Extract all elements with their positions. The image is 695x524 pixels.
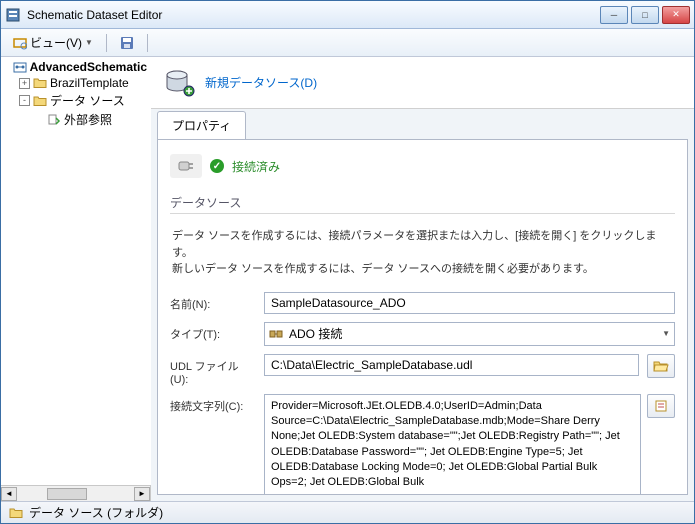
maximize-button[interactable]: □ [631, 6, 659, 24]
save-button[interactable] [114, 34, 140, 52]
toolbar-separator [106, 34, 107, 52]
tree-item-label: 外部参照 [64, 111, 112, 128]
folder-icon [9, 507, 23, 519]
view-menu-button[interactable]: ビュー(V) ▼ [7, 32, 99, 53]
toolbar-separator [147, 34, 148, 52]
status-text: 接続済み [232, 158, 280, 175]
udl-input[interactable] [264, 354, 639, 376]
name-row: 名前(N): [170, 292, 675, 314]
chevron-down-icon: ▼ [662, 329, 670, 338]
udl-label: UDL ファイル(U): [170, 354, 256, 386]
schematic-icon [13, 60, 27, 74]
section-label: データソース [170, 194, 675, 214]
tree-item[interactable]: + BrazilTemplate [3, 75, 149, 91]
name-input[interactable] [264, 292, 675, 314]
expand-icon[interactable]: + [19, 78, 30, 89]
connection-icon [269, 327, 283, 341]
close-button[interactable]: ✕ [662, 6, 690, 24]
tab-content: ✓ 接続済み データソース データ ソースを作成するには、接続パラメータを選択ま… [157, 139, 688, 495]
tree-item[interactable]: 外部参照 [3, 110, 149, 129]
browse-button[interactable] [647, 354, 675, 378]
tab-properties[interactable]: プロパティ [157, 111, 246, 139]
statusbar-text: データ ソース (フォルダ) [29, 504, 163, 521]
scroll-thumb[interactable] [47, 488, 87, 500]
database-icon [163, 67, 195, 99]
connstr-edit-button[interactable] [647, 394, 675, 418]
tree-item[interactable]: AdvancedSchematic [3, 59, 149, 75]
app-window: Schematic Dataset Editor ─ □ ✕ ビュー(V) ▼ … [0, 0, 695, 524]
type-label: タイプ(T): [170, 322, 256, 342]
properties-icon [654, 399, 668, 413]
folder-icon [33, 76, 47, 90]
collapse-icon[interactable]: - [19, 95, 30, 106]
window-title: Schematic Dataset Editor [27, 8, 600, 22]
name-label: 名前(N): [170, 292, 256, 312]
minimize-button[interactable]: ─ [600, 6, 628, 24]
connection-status-row: ✓ 接続済み [170, 150, 675, 186]
check-icon: ✓ [210, 159, 224, 173]
connstr-row: 接続文字列(C): [170, 394, 675, 496]
connstr-label: 接続文字列(C): [170, 394, 256, 414]
reference-icon [47, 113, 61, 127]
new-datasource-link[interactable]: 新規データソース(D) [205, 74, 317, 91]
type-row: タイプ(T): ADO 接続 ▼ [170, 322, 675, 346]
save-icon [120, 36, 134, 50]
udl-row: UDL ファイル(U): [170, 354, 675, 386]
chevron-down-icon: ▼ [85, 38, 93, 47]
toolbar: ビュー(V) ▼ [1, 29, 694, 57]
tab-row: プロパティ [151, 111, 694, 139]
tree-item-label: BrazilTemplate [50, 76, 129, 90]
type-value: ADO 接続 [289, 325, 342, 342]
tree-hscrollbar[interactable]: ◄ ► [1, 485, 150, 501]
view-menu-label: ビュー(V) [30, 34, 82, 51]
body: AdvancedSchematic+ BrazilTemplate - データ ソース… [1, 57, 694, 501]
tree-item-label: データ ソース [50, 92, 125, 109]
main-panel: 新規データソース(D) プロパティ ✓ 接続済み データソース データ ソースを… [151, 57, 694, 501]
app-icon [5, 7, 21, 23]
plug-icon [176, 157, 196, 175]
folder-open-icon [653, 359, 669, 373]
statusbar: データ ソース (フォルダ) [1, 501, 694, 523]
scroll-right-arrow[interactable]: ► [134, 487, 150, 501]
tree-panel[interactable]: AdvancedSchematic+ BrazilTemplate - データ ソース… [1, 57, 151, 485]
status-icon-box [170, 154, 202, 178]
folder-icon [33, 94, 47, 108]
tree-item[interactable]: - データ ソース [3, 91, 149, 110]
connstr-textarea[interactable] [264, 394, 641, 496]
new-datasource-row: 新規データソース(D) [151, 57, 694, 109]
tree-item-label: AdvancedSchematic [30, 60, 147, 74]
section-description: データ ソースを作成するには、接続パラメータを選択または入力し、[接続を開く] … [170, 222, 675, 284]
scroll-left-arrow[interactable]: ◄ [1, 487, 17, 501]
view-icon [13, 36, 27, 50]
titlebar[interactable]: Schematic Dataset Editor ─ □ ✕ [1, 1, 694, 29]
type-select[interactable]: ADO 接続 ▼ [264, 322, 675, 346]
